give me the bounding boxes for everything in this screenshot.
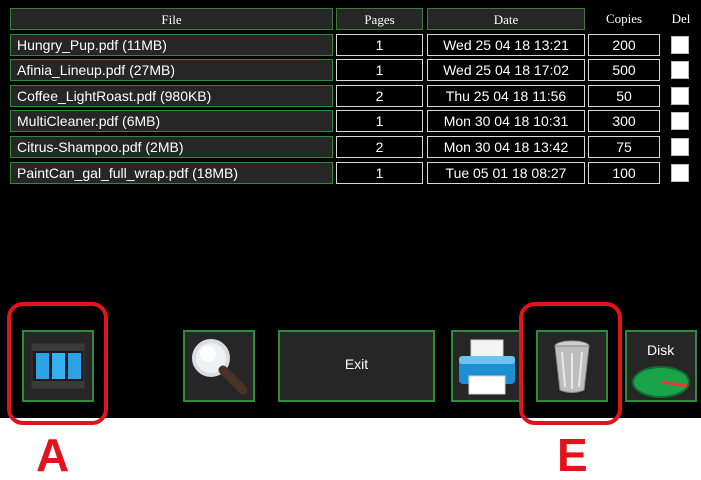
exit-label: Exit xyxy=(344,356,369,372)
pages-cell: 2 xyxy=(336,85,423,107)
disk-gauge-icon xyxy=(632,366,690,398)
header-file[interactable]: File xyxy=(10,8,333,30)
delete-checkbox[interactable] xyxy=(671,112,689,130)
copies-cell[interactable]: 75 xyxy=(588,136,660,158)
copies-cell[interactable]: 500 xyxy=(588,59,660,81)
pages-cell: 1 xyxy=(336,162,423,184)
pages-cell: 1 xyxy=(336,34,423,56)
delete-checkbox[interactable] xyxy=(671,61,689,79)
date-cell: Mon 30 04 18 13:42 xyxy=(427,136,585,158)
header-copies: Copies xyxy=(605,11,643,26)
delete-checkbox[interactable] xyxy=(671,36,689,54)
date-cell: Wed 25 04 18 17:02 xyxy=(427,59,585,81)
copies-cell[interactable]: 50 xyxy=(588,85,660,107)
date-cell: Mon 30 04 18 10:31 xyxy=(427,110,585,132)
callout-label-e: E xyxy=(557,429,588,480)
date-cell: Wed 25 04 18 13:21 xyxy=(427,34,585,56)
exit-button[interactable]: Exit xyxy=(278,330,435,402)
header-date[interactable]: Date xyxy=(427,8,585,30)
pages-cell: 1 xyxy=(336,110,423,132)
file-name-cell[interactable]: Citrus-Shampoo.pdf (2MB) xyxy=(10,136,333,158)
date-cell: Tue 05 01 18 08:27 xyxy=(427,162,585,184)
callout-box-e xyxy=(519,302,622,425)
callout-box-a xyxy=(7,302,108,425)
delete-checkbox[interactable] xyxy=(671,138,689,156)
disk-label: Disk xyxy=(647,342,675,358)
header-del: Del xyxy=(671,11,691,26)
file-name-cell[interactable]: MultiCleaner.pdf (6MB) xyxy=(10,110,333,132)
file-name-cell[interactable]: Coffee_LightRoast.pdf (980KB) xyxy=(10,85,333,107)
delete-checkbox[interactable] xyxy=(671,87,689,105)
file-name-cell[interactable]: PaintCan_gal_full_wrap.pdf (18MB) xyxy=(10,162,333,184)
callout-label-a: A xyxy=(36,429,70,480)
copies-cell[interactable]: 100 xyxy=(588,162,660,184)
file-name-cell[interactable]: Hungry_Pup.pdf (11MB) xyxy=(10,34,333,56)
copies-cell[interactable]: 200 xyxy=(588,34,660,56)
pages-cell: 2 xyxy=(336,136,423,158)
file-name-cell[interactable]: Afinia_Lineup.pdf (27MB) xyxy=(10,59,333,81)
print-button[interactable] xyxy=(451,330,523,402)
search-button[interactable] xyxy=(183,330,255,402)
magnifier-icon xyxy=(192,339,248,395)
delete-checkbox[interactable] xyxy=(671,164,689,182)
date-cell: Thu 25 04 18 11:56 xyxy=(427,85,585,107)
header-pages[interactable]: Pages xyxy=(336,8,423,30)
copies-cell[interactable]: 300 xyxy=(588,110,660,132)
printer-icon xyxy=(459,339,515,395)
disk-button[interactable]: Disk xyxy=(625,330,697,402)
pages-cell: 1 xyxy=(336,59,423,81)
